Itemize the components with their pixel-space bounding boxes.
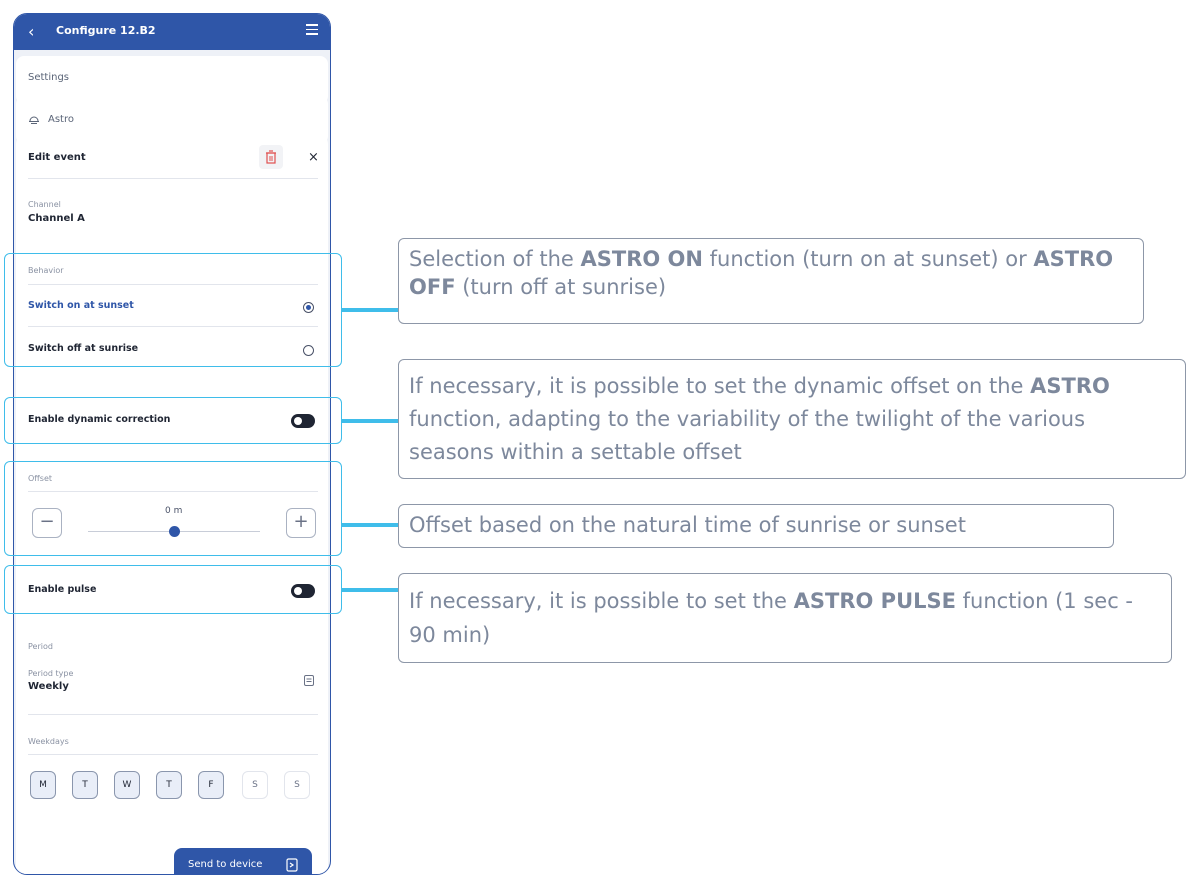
trash-icon (266, 150, 276, 164)
close-icon[interactable]: × (308, 150, 319, 165)
callout-dynamic-correction: If necessary, it is possible to set the … (398, 359, 1186, 479)
divider (28, 714, 318, 715)
divider (28, 754, 318, 755)
callout-text: (turn off at sunrise) (455, 275, 667, 299)
app-bar: ‹ Configure 12.B2 (14, 14, 330, 50)
channel-label: Channel (28, 200, 61, 209)
weekday-tuesday[interactable]: T (72, 771, 98, 799)
callout-behavior: Selection of the ASTRO ON function (turn… (398, 238, 1144, 324)
connector-line (342, 588, 399, 592)
period-label: Period (28, 642, 53, 651)
delete-button[interactable] (259, 145, 283, 169)
callout-text: Selection of the (409, 247, 581, 271)
callout-bold: ASTRO ON (580, 247, 703, 271)
callout-bold: ASTRO PULSE (793, 589, 956, 613)
channel-value[interactable]: Channel A (28, 213, 85, 224)
highlight-pulse (4, 565, 342, 614)
connector-line (342, 419, 399, 423)
period-type-label: Period type (28, 669, 74, 678)
highlight-offset (4, 461, 342, 556)
settings-label: Settings (28, 72, 70, 83)
connector-line (342, 523, 399, 527)
weekday-friday[interactable]: F (198, 771, 224, 799)
weekdays-label: Weekdays (28, 737, 69, 746)
highlight-behavior (4, 253, 342, 367)
back-icon[interactable]: ‹ (28, 22, 34, 41)
callout-bold: ASTRO (1030, 374, 1110, 398)
callout-pulse: If necessary, it is possible to set the … (398, 573, 1172, 663)
weekday-wednesday[interactable]: W (114, 771, 140, 799)
astro-label: Astro (48, 114, 74, 125)
divider (28, 178, 318, 179)
period-type-value[interactable]: Weekly (28, 681, 69, 692)
app-title: Configure 12.B2 (56, 24, 156, 37)
callout-text: Offset based on the natural time of sunr… (409, 513, 966, 537)
menu-icon[interactable] (306, 24, 318, 36)
callout-text: function (turn on at sunset) or (702, 247, 1034, 271)
weekday-monday[interactable]: M (30, 771, 56, 799)
connector-line (342, 308, 399, 312)
callout-text: function, adapting to the variability of… (409, 407, 1086, 464)
astro-icon (29, 116, 39, 124)
callout-text: If necessary, it is possible to set the … (409, 374, 1031, 398)
edit-event-title: Edit event (28, 152, 86, 163)
weekday-sunday[interactable]: S (284, 771, 310, 799)
callout-offset: Offset based on the natural time of sunr… (398, 504, 1114, 548)
send-to-device-button[interactable]: Send to device (174, 848, 312, 874)
send-icon (286, 858, 298, 872)
highlight-dynamic-correction (4, 397, 342, 444)
callout-text: If necessary, it is possible to set the (409, 589, 794, 613)
weekday-saturday[interactable]: S (242, 771, 268, 799)
phone-screen: ‹ Configure 12.B2 Settings Astro Edit ev… (13, 13, 331, 875)
send-button-label: Send to device (188, 859, 263, 870)
dropdown-icon[interactable] (304, 675, 314, 686)
weekday-thursday[interactable]: T (156, 771, 182, 799)
